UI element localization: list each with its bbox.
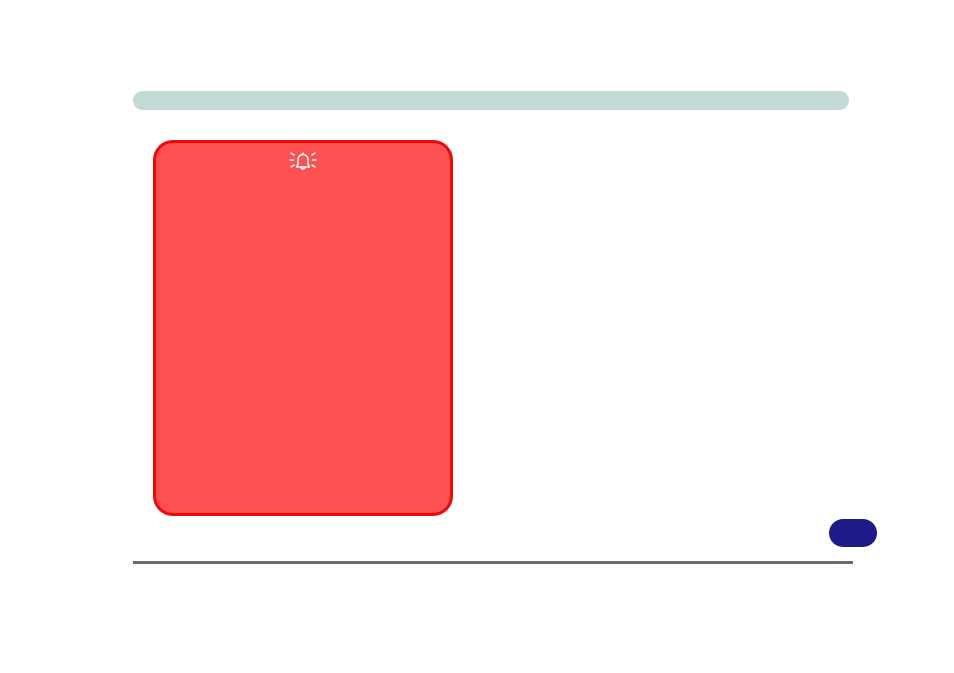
alert-card (153, 140, 453, 516)
action-button[interactable] (829, 519, 877, 547)
divider-line (133, 561, 853, 564)
bell-alert-icon (288, 151, 318, 173)
top-bar (133, 91, 849, 110)
